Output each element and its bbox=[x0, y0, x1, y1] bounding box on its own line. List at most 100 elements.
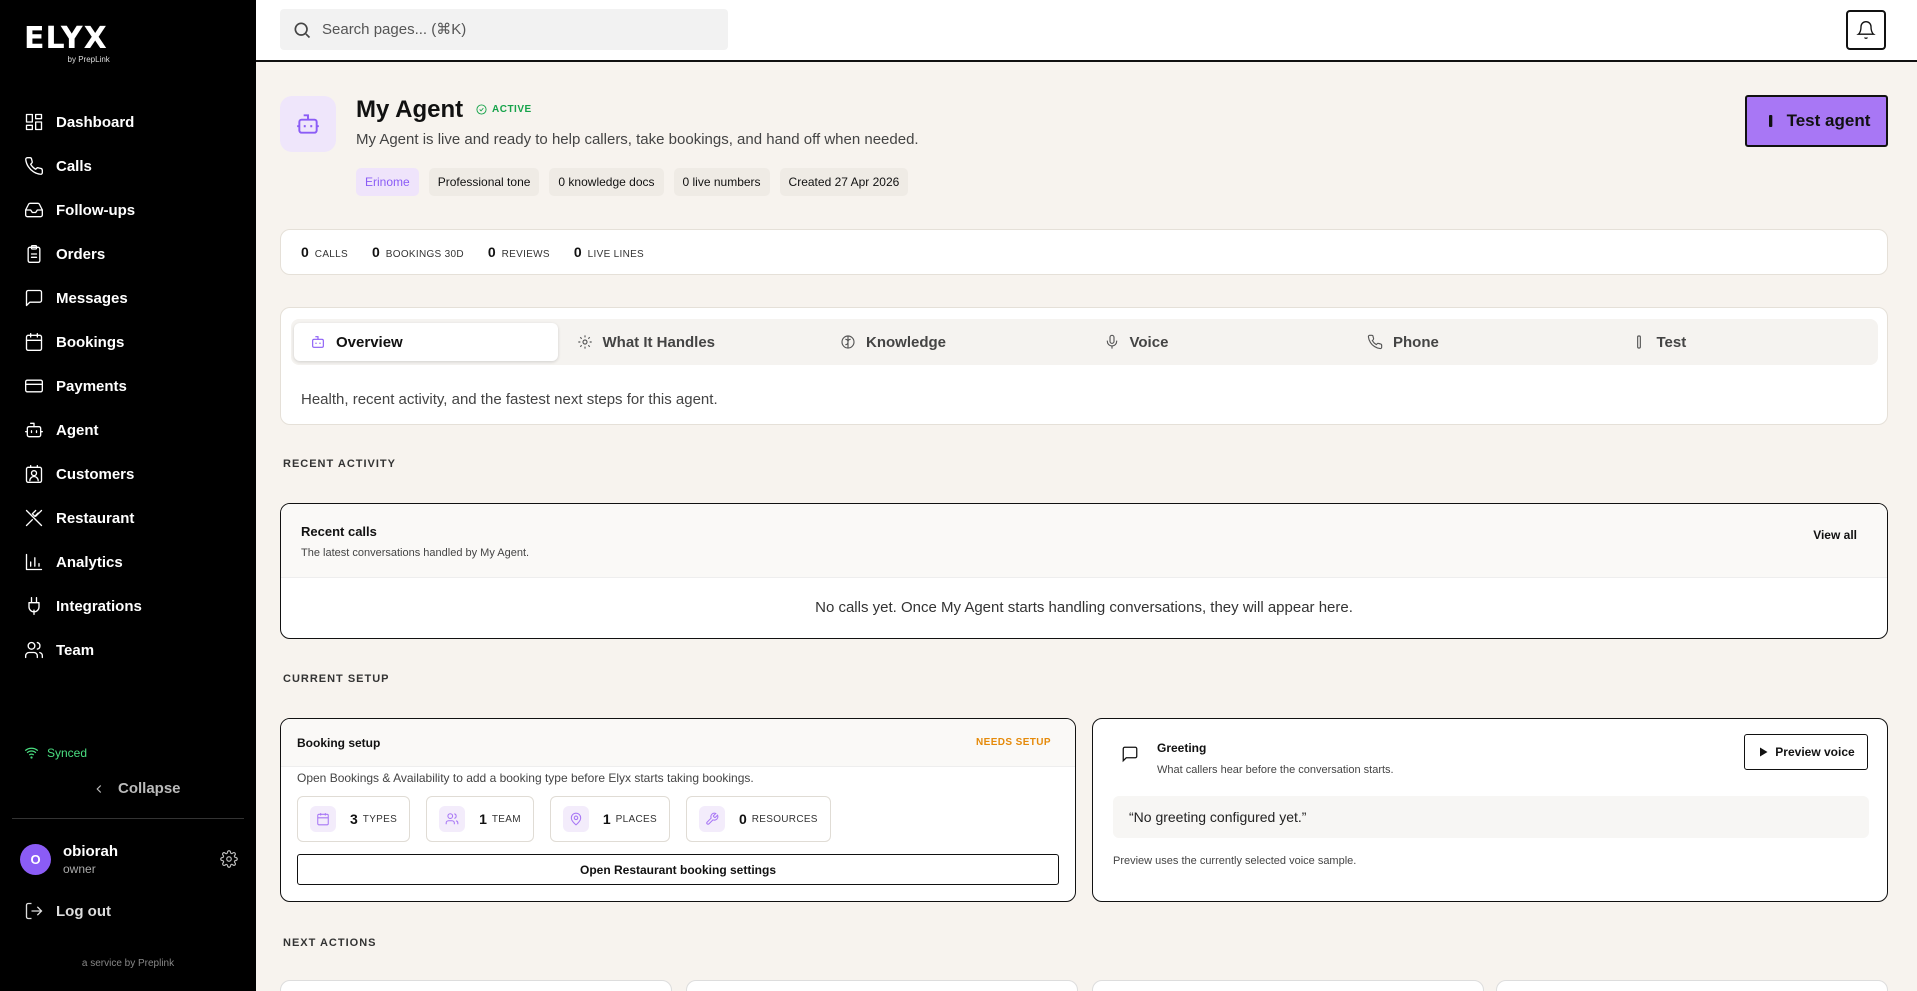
resource-icon-box bbox=[562, 806, 589, 832]
section-heading-setup: CURRENT SETUP bbox=[283, 673, 390, 685]
avatar[interactable]: O bbox=[20, 844, 51, 875]
mic-icon bbox=[1106, 334, 1117, 349]
status-label: ACTIVE bbox=[492, 104, 532, 115]
sidebar-item-dashboard[interactable]: Dashboard bbox=[0, 100, 256, 144]
collapse-label: Collapse bbox=[118, 780, 181, 797]
tab-test[interactable]: Test bbox=[1615, 319, 1879, 365]
contact-icon bbox=[25, 465, 43, 483]
next-action-card[interactable] bbox=[686, 980, 1078, 991]
sidebar-item-bookings[interactable]: Bookings bbox=[0, 320, 256, 364]
next-action-card[interactable] bbox=[1092, 980, 1484, 991]
brand-name: ELYX bbox=[24, 21, 108, 56]
resource-value: 3 bbox=[350, 811, 358, 827]
resource-label: RESOURCES bbox=[751, 813, 818, 825]
stat-value: 0 bbox=[371, 244, 380, 260]
stat-label: REVIEWS bbox=[501, 249, 550, 260]
recent-calls-empty: No calls yet. Once My Agent starts handl… bbox=[815, 599, 1353, 616]
next-action-card[interactable] bbox=[1496, 980, 1888, 991]
user-name: obiorah bbox=[63, 843, 118, 860]
sidebar-item-restaurant[interactable]: Restaurant bbox=[0, 496, 256, 540]
sidebar-item-team[interactable]: Team bbox=[0, 628, 256, 672]
preview-voice-button[interactable]: Preview voice bbox=[1744, 734, 1868, 770]
status-badge: NEEDS SETUP bbox=[976, 737, 1051, 748]
recent-calls-title: Recent calls bbox=[301, 524, 377, 539]
sidebar-item-calls[interactable]: Calls bbox=[0, 144, 256, 188]
test-agent-button[interactable]: Test agent bbox=[1745, 95, 1888, 147]
tab-knowledge[interactable]: Knowledge bbox=[824, 319, 1088, 365]
sidebar-item-agent[interactable]: Agent bbox=[0, 408, 256, 452]
greeting-card: Greeting What callers hear before the co… bbox=[1092, 718, 1888, 902]
user-profile: O obiorah owner bbox=[20, 843, 238, 876]
wrench-icon bbox=[706, 812, 719, 825]
bot-icon bbox=[297, 114, 319, 134]
section-heading-recent: RECENT ACTIVITY bbox=[283, 458, 396, 470]
search-input[interactable] bbox=[322, 21, 702, 38]
sidebar-item-integrations[interactable]: Integrations bbox=[0, 584, 256, 628]
brand-logo[interactable]: ELYX by PrepLink bbox=[24, 21, 110, 65]
clipboard-icon bbox=[27, 245, 41, 263]
greeting-title: Greeting bbox=[1157, 741, 1207, 755]
sidebar-item-label: Calls bbox=[56, 157, 92, 175]
bot-icon bbox=[312, 336, 324, 348]
wifi-icon bbox=[24, 747, 39, 759]
open-booking-settings-button[interactable]: Open Restaurant booking settings bbox=[297, 854, 1059, 885]
tab-label: Phone bbox=[1393, 333, 1439, 351]
sync-status: Synced bbox=[24, 745, 87, 760]
next-action-card[interactable] bbox=[280, 980, 672, 991]
sidebar-item-label: Messages bbox=[56, 289, 128, 307]
sidebar-item-payments[interactable]: Payments bbox=[0, 364, 256, 408]
sidebar-item-label: Dashboard bbox=[56, 113, 135, 131]
test-tube-icon bbox=[1636, 335, 1641, 349]
tabs-card: Overview What It Handles Knowledge Voice… bbox=[280, 307, 1888, 425]
page-title: My Agent bbox=[356, 96, 464, 123]
view-all-link[interactable]: View all bbox=[1813, 528, 1857, 542]
sidebar-divider bbox=[12, 818, 244, 819]
check-circle-icon bbox=[476, 104, 487, 115]
gear-icon[interactable] bbox=[220, 850, 238, 868]
sidebar-item-messages[interactable]: Messages bbox=[0, 276, 256, 320]
booking-setup-card: Booking setup NEEDS SETUP Open Bookings … bbox=[280, 718, 1076, 902]
tab-label: Knowledge bbox=[866, 333, 947, 351]
tab-phone[interactable]: Phone bbox=[1351, 319, 1615, 365]
stat-label: LIVE LINES bbox=[587, 249, 645, 260]
notifications-button[interactable] bbox=[1846, 10, 1886, 50]
search-box[interactable] bbox=[280, 9, 728, 50]
stat-value: 0 bbox=[301, 244, 309, 260]
test-tube-icon bbox=[1768, 115, 1772, 127]
tab-label: Test bbox=[1656, 333, 1687, 351]
inbox-icon bbox=[25, 202, 43, 218]
sidebar-item-label: Bookings bbox=[56, 333, 125, 351]
sidebar-item-customers[interactable]: Customers bbox=[0, 452, 256, 496]
calendar-icon bbox=[25, 333, 43, 351]
booking-setup-header: Booking setup NEEDS SETUP bbox=[281, 719, 1075, 767]
users-icon bbox=[445, 813, 459, 825]
sidebar-item-analytics[interactable]: Analytics bbox=[0, 540, 256, 584]
tab-what-it-handles[interactable]: What It Handles bbox=[561, 319, 825, 365]
stat-label: CALLS bbox=[314, 249, 348, 260]
greeting-subtitle: What callers hear before the conversatio… bbox=[1157, 764, 1394, 776]
agent-description: My Agent is live and ready to help calle… bbox=[356, 131, 919, 148]
collapse-button[interactable]: Collapse bbox=[92, 780, 181, 797]
agent-chips: Erinome Professional tone 0 knowledge do… bbox=[356, 168, 909, 196]
sidebar-item-label: Customers bbox=[56, 465, 135, 483]
gear-icon bbox=[577, 335, 592, 349]
utensils-icon bbox=[25, 509, 43, 527]
sidebar-item-orders[interactable]: Orders bbox=[0, 232, 256, 276]
sidebar-item-label: Payments bbox=[56, 377, 127, 395]
agent-avatar bbox=[280, 96, 336, 152]
resource-value: 1 bbox=[602, 811, 611, 827]
search-icon bbox=[294, 22, 311, 38]
scrollbar[interactable] bbox=[1907, 62, 1917, 991]
chip-knowledge-docs: 0 knowledge docs bbox=[549, 168, 664, 196]
users-icon bbox=[25, 641, 44, 659]
phone-icon bbox=[1367, 334, 1383, 350]
tab-voice[interactable]: Voice bbox=[1088, 319, 1352, 365]
logout-button[interactable]: Log out bbox=[24, 901, 111, 921]
play-icon bbox=[1760, 747, 1768, 757]
sidebar-item-follow-ups[interactable]: Follow-ups bbox=[0, 188, 256, 232]
map-pin-icon bbox=[570, 812, 582, 826]
resource-value: 1 bbox=[479, 811, 487, 827]
tab-overview[interactable]: Overview bbox=[294, 323, 558, 361]
resource-label: TYPES bbox=[362, 813, 398, 825]
tab-label: What It Handles bbox=[602, 333, 716, 351]
